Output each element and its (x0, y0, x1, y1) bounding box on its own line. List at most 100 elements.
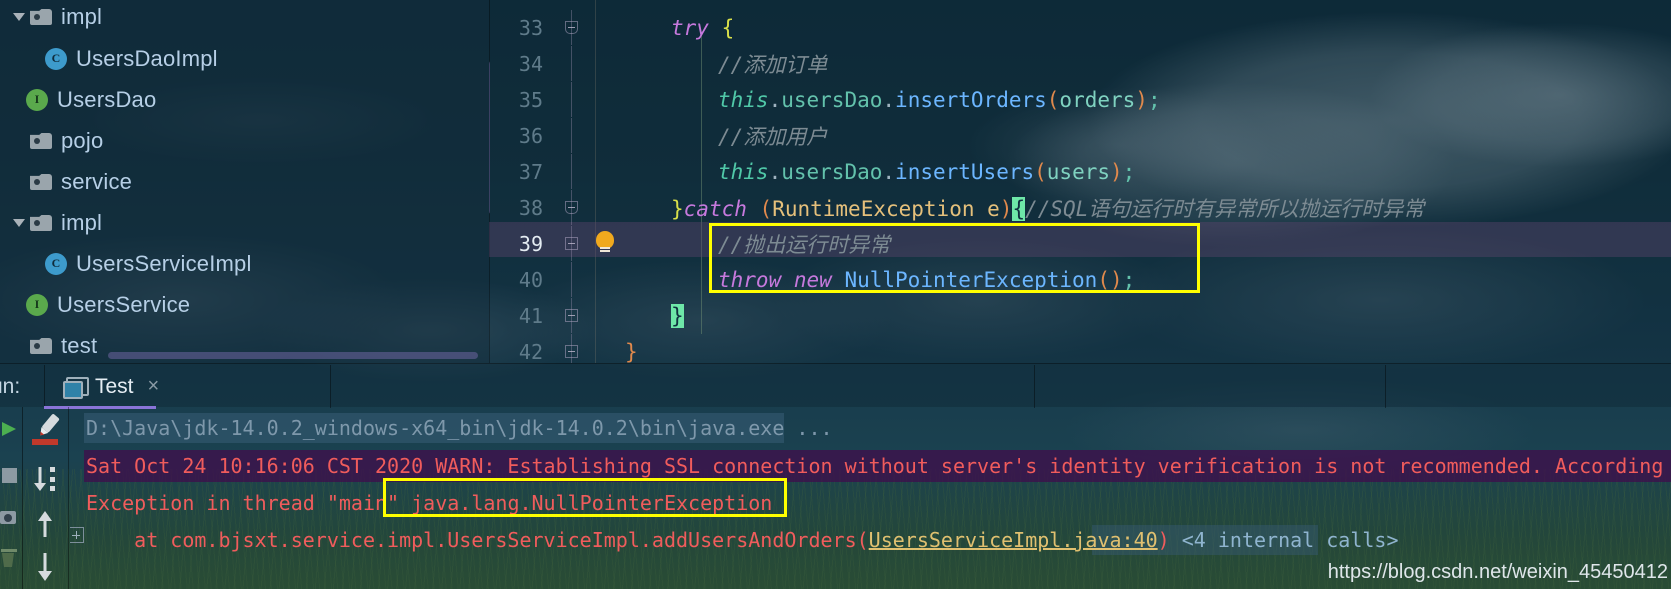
code-line-33[interactable]: 33 try { (489, 10, 1671, 45)
chevron-placeholder-icon (10, 337, 27, 354)
code-content: this.usersDao.insertUsers(users); (718, 160, 1135, 184)
code-line-41[interactable]: 41 } (489, 298, 1671, 333)
tree-item-label: UsersService (57, 291, 191, 317)
fold-marker[interactable] (553, 226, 593, 261)
brace-open: { (721, 15, 735, 40)
code-line-42[interactable]: 42 } (489, 334, 1671, 363)
fold-marker (553, 154, 593, 189)
method-insertusers: insertUsers (895, 159, 1035, 184)
class-icon: C (45, 47, 67, 70)
tree-item-usersdao[interactable]: I UsersDao (26, 79, 156, 120)
tree-item-pojo[interactable]: pojo (10, 120, 103, 161)
semicolon: ; (1122, 267, 1136, 292)
folder-icon (30, 173, 52, 190)
fold-marker[interactable] (553, 334, 593, 363)
run-tool-window[interactable]: un: Test × (0, 363, 1671, 589)
tree-item-usersserviceimpl[interactable]: C UsersServiceImpl (45, 243, 252, 284)
console-toolbar[interactable] (22, 407, 68, 589)
field-usersdao: usersDao (781, 87, 883, 112)
chevron-down-icon[interactable] (10, 8, 27, 25)
code-line-40[interactable]: 40 throw new NullPointerException(); (489, 262, 1671, 297)
semicolon: ; (1122, 159, 1136, 184)
dot: . (882, 159, 896, 184)
code-line-36[interactable]: 36 //添加用户 (489, 118, 1671, 153)
class-nullpointerexception: NullPointerException (844, 267, 1098, 292)
tree-item-label: impl (61, 209, 103, 235)
tree-item-impl-dao[interactable]: impl (10, 0, 102, 37)
tree-item-label: pojo (61, 127, 104, 153)
paren-close: ) (1135, 87, 1148, 112)
line-number: 33 (518, 15, 543, 40)
chevron-down-icon[interactable] (10, 214, 27, 231)
folder-icon (30, 337, 52, 354)
close-icon[interactable]: × (148, 375, 160, 398)
tree-item-usersdaoimpl[interactable]: C UsersDaoImpl (45, 38, 218, 79)
code-content: }catch (RuntimeException e){//SQL语句运行时有异… (671, 193, 1424, 223)
tab-separator-far (1034, 365, 1035, 408)
keyword-catch: catch (683, 196, 747, 221)
code-content: } (671, 303, 684, 328)
soft-wrap-icon-svg (32, 414, 60, 445)
fold-marker[interactable] (553, 10, 593, 45)
run-tool-header: un: Test × (0, 364, 1671, 409)
folder-icon (30, 132, 52, 149)
console-stacktrace-line: at com.bjsxt.service.impl.UsersServiceIm… (86, 528, 1398, 552)
code-line-37[interactable]: 37 this.usersDao.insertUsers(users); (489, 154, 1671, 189)
paren-close: ) (999, 196, 1013, 221)
console-command-line: D:\Java\jdk-14.0.2_windows-x64_bin\jdk-1… (86, 416, 833, 440)
fold-marker (553, 46, 593, 81)
code-line-34[interactable]: 34 //添加订单 (489, 46, 1671, 81)
folder-icon (30, 8, 52, 25)
up-arrow-icon-svg (38, 511, 52, 537)
tree-item-test[interactable]: test (10, 325, 97, 363)
comment-add-user: //添加用户 (718, 124, 828, 149)
brace-close: } (671, 196, 684, 221)
line-number-current: 39 (518, 231, 543, 256)
up-arrow-icon[interactable] (22, 503, 68, 547)
down-arrow-icon[interactable] (22, 549, 68, 589)
scroll-to-end-icon[interactable] (22, 457, 68, 501)
lightbulb-icon[interactable] (594, 231, 616, 255)
soft-wrap-icon[interactable] (22, 411, 68, 455)
keyword-throw: throw (718, 267, 782, 292)
stacktrace-expand-icon[interactable] (70, 527, 84, 543)
code-line-38[interactable]: 38 }catch (RuntimeException e){//SQL语句运行… (489, 190, 1671, 225)
project-tree-horizontal-scrollbar[interactable] (108, 352, 478, 359)
code-editor[interactable]: 33 try { 34 //添加订单 35 this.usersDao.inse… (489, 0, 1671, 363)
tree-item-impl-service[interactable]: impl (10, 202, 102, 243)
tree-item-usersservice[interactable]: I UsersService (26, 284, 190, 325)
fold-marker (553, 118, 593, 153)
line-number: 34 (518, 51, 543, 76)
tree-item-label: service (61, 168, 133, 194)
parens: () (1097, 267, 1123, 292)
code-content: throw new NullPointerException(); (718, 268, 1135, 292)
keyword-try: try (671, 15, 709, 40)
line-number: 35 (518, 87, 543, 112)
code-line-35[interactable]: 35 this.usersDao.insertOrders(orders); (489, 82, 1671, 117)
code-content: this.usersDao.insertOrders(orders); (718, 88, 1161, 112)
comment-throw-runtime-exception: //抛出运行时异常 (718, 232, 891, 257)
scroll-to-end-icon-svg (34, 467, 55, 491)
stacktrace-link[interactable]: UsersServiceImpl.java:40 (869, 528, 1158, 552)
tree-item-service[interactable]: service (10, 161, 132, 202)
line-number: 41 (518, 303, 543, 328)
fold-marker[interactable] (553, 298, 593, 333)
tab-separator-right (330, 365, 331, 408)
code-line-39[interactable]: 39 //抛出运行时异常 (489, 226, 1671, 261)
dot: . (882, 87, 896, 112)
fold-marker (553, 262, 593, 297)
fold-marker[interactable] (553, 190, 593, 225)
project-tree-panel[interactable]: impl C UsersDaoImpl I UsersDao pojo serv… (0, 0, 489, 363)
tab-test[interactable]: Test × (49, 365, 173, 408)
class-icon: C (45, 252, 67, 275)
tree-item-label: UsersDaoImpl (76, 45, 218, 71)
exception-prefix: Exception in thread "main" (86, 491, 412, 515)
comment-add-order: //添加订单 (718, 52, 828, 77)
folder-icon (30, 214, 52, 231)
tree-item-label: UsersDao (57, 86, 157, 112)
keyword-this: this (718, 87, 769, 112)
tab-separator-far2 (1385, 365, 1386, 408)
